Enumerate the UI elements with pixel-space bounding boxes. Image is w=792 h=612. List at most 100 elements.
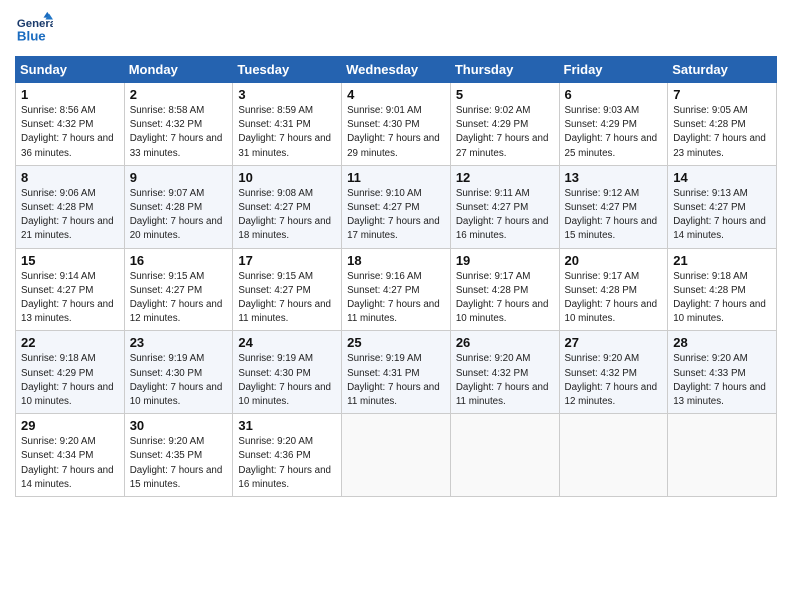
- calendar-day-cell: 19 Sunrise: 9:17 AMSunset: 4:28 PMDaylig…: [450, 248, 559, 331]
- svg-text:Blue: Blue: [17, 28, 46, 43]
- day-number: 7: [673, 87, 771, 102]
- calendar-day-cell: 10 Sunrise: 9:08 AMSunset: 4:27 PMDaylig…: [233, 165, 342, 248]
- day-info: Sunrise: 8:59 AMSunset: 4:31 PMDaylight:…: [238, 105, 331, 159]
- day-number: 15: [21, 253, 119, 268]
- logo-icon: General Blue: [15, 10, 53, 48]
- calendar-day-cell: 8 Sunrise: 9:06 AMSunset: 4:28 PMDayligh…: [16, 165, 125, 248]
- day-info: Sunrise: 9:20 AMSunset: 4:36 PMDaylight:…: [238, 436, 331, 490]
- calendar-table: SundayMondayTuesdayWednesdayThursdayFrid…: [15, 56, 777, 497]
- calendar-day-cell: 2 Sunrise: 8:58 AMSunset: 4:32 PMDayligh…: [124, 83, 233, 166]
- calendar-day-cell: 24 Sunrise: 9:19 AMSunset: 4:30 PMDaylig…: [233, 331, 342, 414]
- day-info: Sunrise: 9:16 AMSunset: 4:27 PMDaylight:…: [347, 271, 440, 325]
- day-info: Sunrise: 9:06 AMSunset: 4:28 PMDaylight:…: [21, 188, 114, 242]
- day-info: Sunrise: 9:14 AMSunset: 4:27 PMDaylight:…: [21, 271, 114, 325]
- day-number: 23: [130, 335, 228, 350]
- day-info: Sunrise: 9:15 AMSunset: 4:27 PMDaylight:…: [238, 271, 331, 325]
- day-info: Sunrise: 8:58 AMSunset: 4:32 PMDaylight:…: [130, 105, 223, 159]
- calendar-week-row: 1 Sunrise: 8:56 AMSunset: 4:32 PMDayligh…: [16, 83, 777, 166]
- day-number: 4: [347, 87, 445, 102]
- page-header: General Blue: [15, 10, 777, 48]
- weekday-header-cell: Sunday: [16, 57, 125, 83]
- weekday-header-cell: Thursday: [450, 57, 559, 83]
- day-number: 25: [347, 335, 445, 350]
- day-number: 31: [238, 418, 336, 433]
- calendar-body: 1 Sunrise: 8:56 AMSunset: 4:32 PMDayligh…: [16, 83, 777, 497]
- day-info: Sunrise: 9:15 AMSunset: 4:27 PMDaylight:…: [130, 271, 223, 325]
- day-info: Sunrise: 9:20 AMSunset: 4:34 PMDaylight:…: [21, 436, 114, 490]
- calendar-day-cell: [450, 414, 559, 497]
- calendar-day-cell: 17 Sunrise: 9:15 AMSunset: 4:27 PMDaylig…: [233, 248, 342, 331]
- day-info: Sunrise: 9:07 AMSunset: 4:28 PMDaylight:…: [130, 188, 223, 242]
- day-number: 11: [347, 170, 445, 185]
- day-number: 24: [238, 335, 336, 350]
- calendar-day-cell: 16 Sunrise: 9:15 AMSunset: 4:27 PMDaylig…: [124, 248, 233, 331]
- calendar-day-cell: 23 Sunrise: 9:19 AMSunset: 4:30 PMDaylig…: [124, 331, 233, 414]
- weekday-header-cell: Monday: [124, 57, 233, 83]
- calendar-day-cell: 12 Sunrise: 9:11 AMSunset: 4:27 PMDaylig…: [450, 165, 559, 248]
- calendar-day-cell: 4 Sunrise: 9:01 AMSunset: 4:30 PMDayligh…: [342, 83, 451, 166]
- weekday-header-cell: Friday: [559, 57, 668, 83]
- day-number: 14: [673, 170, 771, 185]
- weekday-header-cell: Wednesday: [342, 57, 451, 83]
- logo: General Blue: [15, 10, 57, 48]
- weekday-header-row: SundayMondayTuesdayWednesdayThursdayFrid…: [16, 57, 777, 83]
- page-container: General Blue SundayMondayTuesdayWednesda…: [0, 0, 792, 507]
- day-info: Sunrise: 9:19 AMSunset: 4:31 PMDaylight:…: [347, 353, 440, 407]
- calendar-day-cell: 31 Sunrise: 9:20 AMSunset: 4:36 PMDaylig…: [233, 414, 342, 497]
- day-number: 12: [456, 170, 554, 185]
- calendar-week-row: 22 Sunrise: 9:18 AMSunset: 4:29 PMDaylig…: [16, 331, 777, 414]
- day-info: Sunrise: 9:18 AMSunset: 4:29 PMDaylight:…: [21, 353, 114, 407]
- weekday-header-cell: Saturday: [668, 57, 777, 83]
- calendar-week-row: 8 Sunrise: 9:06 AMSunset: 4:28 PMDayligh…: [16, 165, 777, 248]
- day-number: 26: [456, 335, 554, 350]
- day-info: Sunrise: 9:05 AMSunset: 4:28 PMDaylight:…: [673, 105, 766, 159]
- calendar-day-cell: 29 Sunrise: 9:20 AMSunset: 4:34 PMDaylig…: [16, 414, 125, 497]
- day-number: 21: [673, 253, 771, 268]
- calendar-day-cell: [668, 414, 777, 497]
- day-info: Sunrise: 9:11 AMSunset: 4:27 PMDaylight:…: [456, 188, 549, 242]
- day-info: Sunrise: 9:20 AMSunset: 4:32 PMDaylight:…: [565, 353, 658, 407]
- day-number: 3: [238, 87, 336, 102]
- calendar-day-cell: 1 Sunrise: 8:56 AMSunset: 4:32 PMDayligh…: [16, 83, 125, 166]
- day-number: 22: [21, 335, 119, 350]
- day-number: 9: [130, 170, 228, 185]
- day-number: 5: [456, 87, 554, 102]
- calendar-day-cell: 7 Sunrise: 9:05 AMSunset: 4:28 PMDayligh…: [668, 83, 777, 166]
- calendar-day-cell: [559, 414, 668, 497]
- day-number: 28: [673, 335, 771, 350]
- day-number: 8: [21, 170, 119, 185]
- calendar-day-cell: 20 Sunrise: 9:17 AMSunset: 4:28 PMDaylig…: [559, 248, 668, 331]
- day-info: Sunrise: 9:13 AMSunset: 4:27 PMDaylight:…: [673, 188, 766, 242]
- day-info: Sunrise: 9:18 AMSunset: 4:28 PMDaylight:…: [673, 271, 766, 325]
- calendar-day-cell: [342, 414, 451, 497]
- day-number: 20: [565, 253, 663, 268]
- weekday-header-cell: Tuesday: [233, 57, 342, 83]
- calendar-day-cell: 3 Sunrise: 8:59 AMSunset: 4:31 PMDayligh…: [233, 83, 342, 166]
- day-info: Sunrise: 9:01 AMSunset: 4:30 PMDaylight:…: [347, 105, 440, 159]
- day-info: Sunrise: 9:03 AMSunset: 4:29 PMDaylight:…: [565, 105, 658, 159]
- day-number: 6: [565, 87, 663, 102]
- day-info: Sunrise: 9:12 AMSunset: 4:27 PMDaylight:…: [565, 188, 658, 242]
- calendar-day-cell: 30 Sunrise: 9:20 AMSunset: 4:35 PMDaylig…: [124, 414, 233, 497]
- day-info: Sunrise: 9:10 AMSunset: 4:27 PMDaylight:…: [347, 188, 440, 242]
- day-number: 19: [456, 253, 554, 268]
- day-number: 17: [238, 253, 336, 268]
- calendar-day-cell: 14 Sunrise: 9:13 AMSunset: 4:27 PMDaylig…: [668, 165, 777, 248]
- calendar-day-cell: 21 Sunrise: 9:18 AMSunset: 4:28 PMDaylig…: [668, 248, 777, 331]
- calendar-day-cell: 11 Sunrise: 9:10 AMSunset: 4:27 PMDaylig…: [342, 165, 451, 248]
- day-number: 13: [565, 170, 663, 185]
- calendar-week-row: 29 Sunrise: 9:20 AMSunset: 4:34 PMDaylig…: [16, 414, 777, 497]
- calendar-day-cell: 18 Sunrise: 9:16 AMSunset: 4:27 PMDaylig…: [342, 248, 451, 331]
- day-info: Sunrise: 9:02 AMSunset: 4:29 PMDaylight:…: [456, 105, 549, 159]
- day-info: Sunrise: 9:08 AMSunset: 4:27 PMDaylight:…: [238, 188, 331, 242]
- calendar-day-cell: 5 Sunrise: 9:02 AMSunset: 4:29 PMDayligh…: [450, 83, 559, 166]
- day-number: 18: [347, 253, 445, 268]
- day-info: Sunrise: 8:56 AMSunset: 4:32 PMDaylight:…: [21, 105, 114, 159]
- calendar-day-cell: 25 Sunrise: 9:19 AMSunset: 4:31 PMDaylig…: [342, 331, 451, 414]
- calendar-day-cell: 28 Sunrise: 9:20 AMSunset: 4:33 PMDaylig…: [668, 331, 777, 414]
- day-info: Sunrise: 9:20 AMSunset: 4:32 PMDaylight:…: [456, 353, 549, 407]
- day-number: 30: [130, 418, 228, 433]
- calendar-day-cell: 6 Sunrise: 9:03 AMSunset: 4:29 PMDayligh…: [559, 83, 668, 166]
- day-number: 2: [130, 87, 228, 102]
- day-info: Sunrise: 9:20 AMSunset: 4:33 PMDaylight:…: [673, 353, 766, 407]
